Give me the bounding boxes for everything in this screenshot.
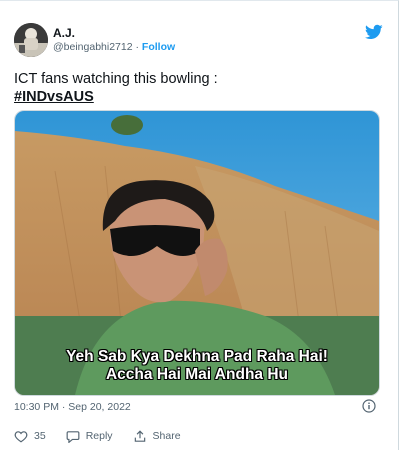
media-caption-line-1: Yeh Sab Kya Dekhna Pad Raha Hai!	[66, 348, 328, 365]
media-caption-line-2: Accha Hai Mai Andha Hu	[105, 366, 288, 383]
comment-icon	[66, 430, 80, 443]
follow-button[interactable]: Follow	[142, 41, 175, 53]
handle-row: @beingabhi2712 · Follow	[53, 40, 175, 54]
tweet-text-line: ICT fans watching this bowling :	[14, 71, 218, 87]
reply-button[interactable]: Reply	[66, 430, 113, 443]
reply-label: Reply	[85, 430, 113, 442]
twitter-bird-icon[interactable]	[364, 23, 384, 41]
share-icon	[134, 429, 145, 442]
tweet-card: A.J. @beingabhi2712 · Follow ICT fans wa…	[0, 0, 399, 450]
tweet-text: ICT fans watching this bowling : #INDvsA…	[14, 70, 218, 106]
like-button[interactable]: 35	[14, 430, 46, 443]
tweet-actions: 35 Reply Share	[14, 428, 201, 444]
avatar[interactable]	[14, 23, 48, 57]
tweet-timestamp[interactable]: 10:30 PM · Sep 20, 2022	[14, 401, 131, 413]
author-names: A.J. @beingabhi2712 · Follow	[53, 26, 175, 54]
like-count: 35	[34, 430, 46, 442]
heart-icon	[14, 430, 28, 442]
hashtag-link[interactable]: #INDvsAUS	[14, 88, 218, 106]
display-name[interactable]: A.J.	[53, 26, 175, 40]
info-icon[interactable]	[362, 399, 376, 413]
tweet-media[interactable]: Yeh Sab Kya Dekhna Pad Raha Hai! Accha H…	[14, 110, 380, 396]
share-label: Share	[152, 430, 181, 442]
share-button[interactable]: Share	[133, 429, 181, 443]
tweet-header: A.J. @beingabhi2712 · Follow	[14, 23, 384, 59]
handle[interactable]: @beingabhi2712	[53, 41, 133, 53]
